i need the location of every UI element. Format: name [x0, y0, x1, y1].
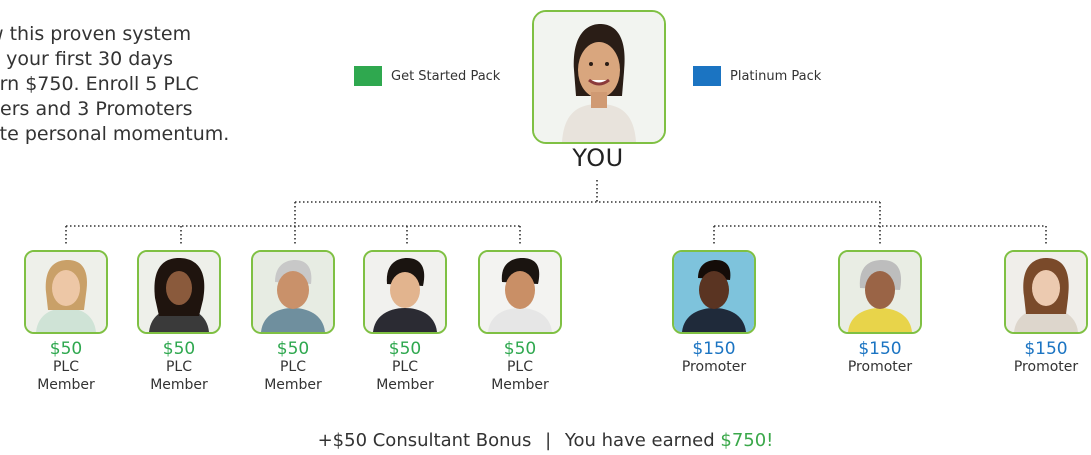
member-role: Member	[150, 377, 208, 393]
member-price: $50	[49, 339, 83, 359]
member-price: $50	[388, 339, 422, 359]
member-price: $50	[162, 339, 196, 359]
member-role: Member	[491, 377, 549, 393]
portrait-icon	[139, 252, 219, 332]
member-avatar	[838, 250, 922, 334]
member-price: $150	[858, 339, 902, 359]
member-avatar	[672, 250, 756, 334]
member-avatar	[24, 250, 108, 334]
member-role: PLC	[52, 359, 80, 375]
member-card: $150 Promoter	[825, 250, 935, 376]
portrait-icon	[480, 252, 560, 332]
member-card: $150 Promoter	[991, 250, 1091, 376]
separator: |	[545, 430, 552, 451]
portrait-icon	[674, 252, 754, 332]
member-role: Member	[376, 377, 434, 393]
member-price: $50	[276, 339, 310, 359]
member-card: $50 PLC Member	[238, 250, 348, 394]
earnings-summary: +$50 Consultant Bonus | You have earned …	[0, 430, 1091, 451]
member-card: $50 PLC Member	[465, 250, 575, 394]
member-avatar	[137, 250, 221, 334]
member-role: Promoter	[847, 359, 913, 375]
member-role: PLC	[279, 359, 307, 375]
member-avatar	[363, 250, 447, 334]
member-avatar	[1004, 250, 1088, 334]
earned-amount: $750!	[720, 430, 774, 451]
member-avatar	[251, 250, 335, 334]
member-price: $50	[503, 339, 537, 359]
portrait-icon	[365, 252, 445, 332]
member-role: Member	[264, 377, 322, 393]
portrait-icon	[253, 252, 333, 332]
portrait-icon	[840, 252, 920, 332]
member-role: PLC	[391, 359, 419, 375]
earned-prefix: You have earned	[564, 430, 715, 451]
member-avatar	[478, 250, 562, 334]
member-card: $50 PLC Member	[350, 250, 460, 394]
member-price: $150	[692, 339, 736, 359]
member-role: PLC	[165, 359, 193, 375]
member-card: $50 PLC Member	[11, 250, 121, 394]
portrait-icon	[26, 252, 106, 332]
member-price: $150	[1024, 339, 1068, 359]
portrait-icon	[1006, 252, 1086, 332]
member-role: PLC	[506, 359, 534, 375]
member-role: Promoter	[681, 359, 747, 375]
member-card: $50 PLC Member	[124, 250, 234, 394]
member-role: Member	[37, 377, 95, 393]
bonus-text: +$50 Consultant Bonus	[317, 430, 532, 451]
member-role: Promoter	[1013, 359, 1079, 375]
member-card: $150 Promoter	[659, 250, 769, 376]
